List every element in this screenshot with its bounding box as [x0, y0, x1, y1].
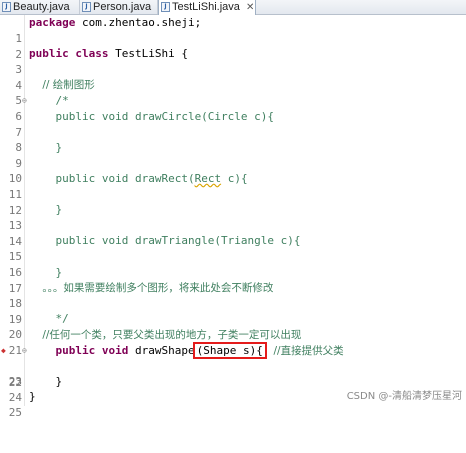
keyword-void: void	[101, 343, 129, 357]
comment: public void drawRect(	[29, 172, 195, 185]
comment: public void drawCircle(Circle c){	[29, 109, 275, 123]
code-line-15: 15 public void drawTriangle(Triangle c){	[0, 233, 466, 263]
code-line-17: 17 }	[0, 265, 466, 295]
tab-label: TestLiShi.java	[172, 1, 240, 13]
comment: }	[29, 265, 63, 279]
tab-beauty-java[interactable]: J Beauty.java	[0, 0, 80, 14]
watermark: CSDN @-清船清梦压星河	[346, 391, 462, 402]
code-line-23: 23	[0, 358, 466, 388]
editor-tab-bar: J Beauty.java J Person.java J TestLiShi.…	[0, 0, 466, 15]
code-line-19: 19	[0, 296, 466, 326]
comment: c){	[221, 172, 248, 185]
keyword-public: public	[55, 343, 96, 357]
code-line-1: 1 package com.zhentao.sheji;	[0, 15, 466, 45]
code-editor[interactable]: 1 package com.zhentao.sheji; 2 3 public …	[0, 15, 466, 419]
code-line-6: 6 ⊖ /*	[0, 93, 466, 123]
fold-toggle-icon[interactable]: ⊖	[22, 343, 27, 359]
tab-testlishi-java[interactable]: J TestLiShi.java ✕	[158, 0, 256, 15]
comment: //任何一个类，只要父类出现的地方，子类一定可以出现	[29, 329, 302, 341]
java-file-icon: J	[82, 2, 91, 12]
java-file-icon: J	[161, 2, 170, 12]
code-line-18: 18 。。。如果需要绘制多个图形，将来此处会不断修改	[0, 280, 466, 310]
tab-label: Person.java	[93, 1, 152, 13]
open-brace: {	[256, 343, 263, 357]
code-line-22: ◆ 22 ⊖ public void drawShape (Shape s){ /…	[0, 341, 466, 389]
comment: }	[29, 140, 63, 154]
unresolved-type-warning: Rect	[194, 172, 222, 185]
code-line-16: 16	[0, 249, 466, 279]
line-number: 25	[8, 406, 22, 420]
java-file-icon: J	[2, 2, 11, 12]
code-line-5: 5 // 绘制图形	[0, 77, 466, 107]
code-line-3: 3 public class TestLiShi {	[0, 46, 466, 76]
keyword-public: public	[29, 47, 69, 61]
method-name: drawShape	[128, 343, 195, 357]
code-line-13: 13 }	[0, 202, 466, 232]
close-tab-icon[interactable]: ✕	[246, 1, 254, 15]
fold-toggle-icon[interactable]: ⊖	[22, 93, 27, 109]
closing-brace: }	[29, 374, 63, 388]
comment: */	[29, 312, 69, 326]
code-line-4: 4	[0, 62, 466, 92]
package-name: com.zhentao.sheji;	[75, 16, 202, 29]
code-line-2: 2	[0, 31, 466, 61]
comment: //直接提供父类	[266, 344, 344, 357]
highlighted-parameter: (Shape s){	[192, 341, 267, 359]
class-declaration: TestLiShi {	[108, 47, 188, 61]
code-line-7: 7 public void drawCircle(Circle c){	[0, 109, 466, 139]
comment: /*	[29, 94, 69, 107]
parameter-list: (Shape s)	[196, 343, 257, 357]
code-line-11: 11 public void drawRect(Rect c){	[0, 171, 466, 201]
code-line-20: 20 */	[0, 311, 466, 341]
code-line-12: 12	[0, 187, 466, 217]
comment: public void drawTriangle(Triangle c){	[29, 234, 301, 248]
closing-brace: }	[29, 390, 36, 404]
code-line-14: 14	[0, 218, 466, 248]
code-line-8: 8	[0, 124, 466, 154]
comment: 。。。如果需要绘制多个图形，将来此处会不断修改	[29, 282, 274, 295]
comment: // 绘制图形	[29, 79, 95, 92]
breakpoint-marker-icon[interactable]: ◆	[1, 346, 8, 354]
tab-label: Beauty.java	[13, 1, 70, 13]
keyword-package: package	[29, 16, 76, 29]
code-line-10: 10	[0, 155, 466, 185]
code-line-9: 9 }	[0, 140, 466, 170]
keyword-class: class	[75, 47, 109, 61]
tab-person-java[interactable]: J Person.java	[80, 0, 158, 14]
code-line-21: 21 //任何一个类，只要父类出现的地方，子类一定可以出现	[0, 327, 466, 357]
comment: }	[29, 203, 63, 217]
